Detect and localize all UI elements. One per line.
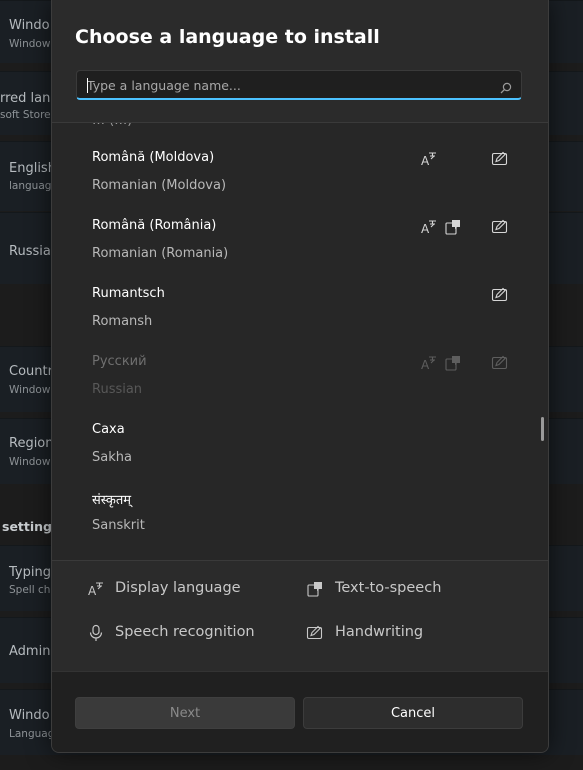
language-list[interactable]: … (…) Română (Moldova) Romanian (Moldova)… (52, 122, 548, 561)
next-button[interactable]: Next (75, 697, 295, 729)
language-native-name: Română (România) (92, 218, 217, 233)
language-english-name: Sakha (92, 450, 132, 465)
legend-text-to-speech: Text-to-speech (335, 580, 442, 596)
language-native-name: Саха (92, 422, 125, 437)
text-caret (87, 78, 88, 93)
svg-text:A: A (421, 358, 430, 372)
microphone-icon (87, 624, 105, 642)
display-language-icon: A (420, 354, 438, 372)
handwriting-icon (491, 354, 509, 372)
language-native-name: Rumantsch (92, 286, 165, 301)
language-row-partial: … (…) (92, 123, 132, 128)
search-icon[interactable] (500, 79, 512, 94)
language-row: Русский Russian A (52, 354, 548, 422)
settings-row-subtitle: Window (9, 384, 51, 396)
language-native-name: Română (Moldova) (92, 150, 215, 165)
settings-row-subtitle: languag (9, 180, 52, 192)
settings-row-title: Windo (9, 708, 50, 723)
legend-handwriting: Handwriting (335, 624, 424, 640)
language-row[interactable]: Română (Moldova) Romanian (Moldova) A (52, 150, 548, 218)
language-native-name: Русский (92, 354, 147, 369)
language-english-name: Romansh (92, 314, 153, 329)
handwriting-icon (491, 286, 509, 304)
language-english-name: Romanian (Romania) (92, 246, 229, 261)
settings-row-subtitle: Window (9, 38, 51, 50)
settings-row-title: rred lang (0, 91, 59, 106)
settings-row-title: Region (9, 436, 54, 451)
svg-text:A: A (421, 222, 430, 236)
language-english-name: Romanian (Moldova) (92, 178, 227, 193)
language-row[interactable]: Саха Sakha (52, 422, 548, 490)
settings-row-subtitle: Languag (9, 728, 55, 740)
dialog-footer: Next Cancel (52, 671, 548, 752)
language-english-name: Russian (92, 382, 143, 397)
settings-row-title: Admin (9, 644, 51, 659)
text-to-speech-icon (444, 354, 462, 372)
handwriting-icon (306, 624, 324, 642)
dialog-title: Choose a language to install (75, 26, 380, 48)
language-search-box[interactable] (76, 70, 522, 100)
handwriting-icon (491, 218, 509, 236)
settings-row-title: English (9, 161, 56, 176)
handwriting-icon (491, 150, 509, 168)
language-row[interactable]: Română (România) Romanian (Romania) A (52, 218, 548, 286)
display-language-icon: A (420, 218, 438, 236)
settings-row-title: Typing (9, 565, 51, 580)
settings-row-title: Countr (9, 364, 53, 379)
text-to-speech-icon (306, 580, 324, 598)
language-row[interactable]: संस्कृतम् Sanskrit (52, 490, 548, 558)
legend-display-language: Display language (115, 580, 241, 596)
cancel-button[interactable]: Cancel (303, 697, 523, 729)
display-language-icon: A (420, 150, 438, 168)
settings-row-subtitle: Window (9, 456, 51, 468)
language-native-name: संस्कृतम् (92, 493, 132, 508)
language-search-input[interactable] (87, 71, 487, 99)
settings-row-title: Windo (9, 18, 50, 33)
svg-text:A: A (421, 154, 430, 168)
text-to-speech-icon (444, 218, 462, 236)
language-english-name: Sanskrit (92, 518, 145, 533)
legend-speech-recognition: Speech recognition (115, 624, 255, 640)
settings-row-subtitle: soft Store (0, 109, 51, 121)
display-language-icon: A (87, 580, 105, 598)
settings-row-subtitle: Spell ch (9, 584, 51, 596)
language-row[interactable]: Rumantsch Romansh (52, 286, 548, 354)
svg-text:A: A (88, 584, 97, 598)
choose-language-dialog: Choose a language to install … (…) Român… (51, 0, 549, 753)
list-scrollbar[interactable] (541, 417, 544, 441)
